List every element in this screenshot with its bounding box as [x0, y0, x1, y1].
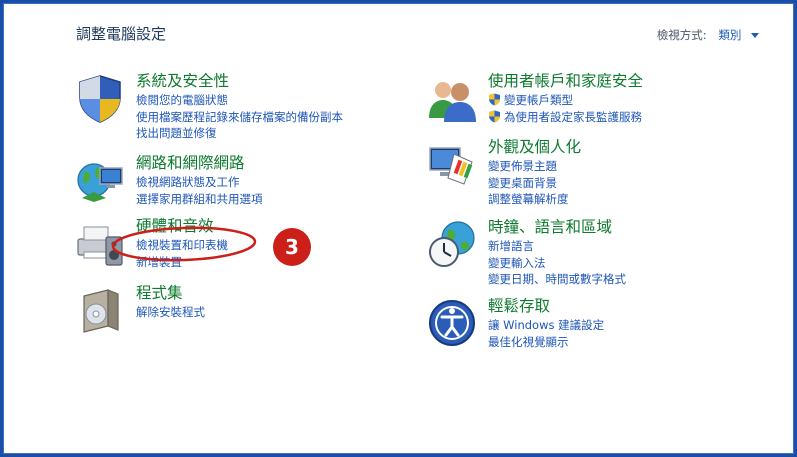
uac-shield-icon — [489, 110, 500, 122]
view-by-label: 檢視方式: — [656, 28, 707, 42]
link-change-account-type[interactable]: 變更帳戶類型 — [488, 92, 642, 109]
clock-globe-icon — [429, 221, 475, 267]
link-file-history-backup[interactable]: 使用檔案歷程記錄來儲存檔案的備份副本 — [136, 109, 343, 126]
category-title[interactable]: 外觀及個人化 — [488, 135, 581, 157]
link-parental-controls[interactable]: 為使用者設定家長監護服務 — [488, 109, 642, 126]
ease-of-access-icon — [429, 300, 475, 346]
page-title: 調整電腦設定 — [76, 25, 167, 43]
uac-shield-icon — [489, 93, 500, 106]
highlight-ellipse — [111, 226, 257, 262]
category-title[interactable]: 程式集 — [136, 281, 183, 303]
link-optimize-visual-display[interactable]: 最佳化視覺顯示 — [488, 334, 604, 351]
control-panel-window: 調整電腦設定 檢視方式: 類別 系統及安全性 檢閱您的電腦狀態 使用檔案歷程記錄… — [3, 3, 794, 454]
category-title[interactable]: 使用者帳戶和家庭安全 — [488, 69, 643, 91]
link-add-language[interactable]: 新增語言 — [488, 238, 626, 255]
programs-box-icon — [83, 289, 119, 333]
view-by-dropdown[interactable]: 類別 — [718, 28, 741, 42]
personalization-monitor-icon — [429, 147, 473, 185]
chevron-down-icon[interactable] — [751, 33, 759, 38]
link-uninstall-program[interactable]: 解除安裝程式 — [136, 304, 205, 321]
category-title[interactable]: 網路和網際網路 — [136, 151, 245, 173]
link-label: 變更帳戶類型 — [504, 93, 573, 107]
link-find-fix-problems[interactable]: 找出問題並修復 — [136, 125, 343, 142]
link-change-desktop-background[interactable]: 變更桌面背景 — [488, 175, 569, 192]
security-shield-icon — [79, 75, 121, 123]
link-network-status[interactable]: 檢視網路狀態及工作 — [136, 174, 263, 191]
network-globe-icon — [77, 163, 123, 202]
category-title[interactable]: 系統及安全性 — [136, 69, 229, 91]
step-number-badge: 3 — [273, 228, 311, 266]
link-homegroup-sharing[interactable]: 選擇家用群組和共用選項 — [136, 191, 263, 208]
link-change-date-time-format[interactable]: 變更日期、時間或數字格式 — [488, 271, 626, 288]
category-title[interactable]: 時鐘、語言和區域 — [488, 215, 612, 237]
link-adjust-resolution[interactable]: 調整螢幕解析度 — [488, 191, 569, 208]
link-windows-suggest-settings[interactable]: 讓 Windows 建議設定 — [488, 317, 604, 334]
view-by-control: 檢視方式: 類別 — [657, 27, 759, 43]
link-label: 為使用者設定家長監護服務 — [504, 109, 642, 124]
link-change-input-method[interactable]: 變更輸入法 — [488, 255, 626, 272]
link-change-theme[interactable]: 變更佈景主題 — [488, 158, 569, 175]
category-title[interactable]: 輕鬆存取 — [488, 294, 550, 316]
users-icon — [429, 82, 476, 122]
link-review-computer-status[interactable]: 檢閱您的電腦狀態 — [136, 92, 343, 109]
